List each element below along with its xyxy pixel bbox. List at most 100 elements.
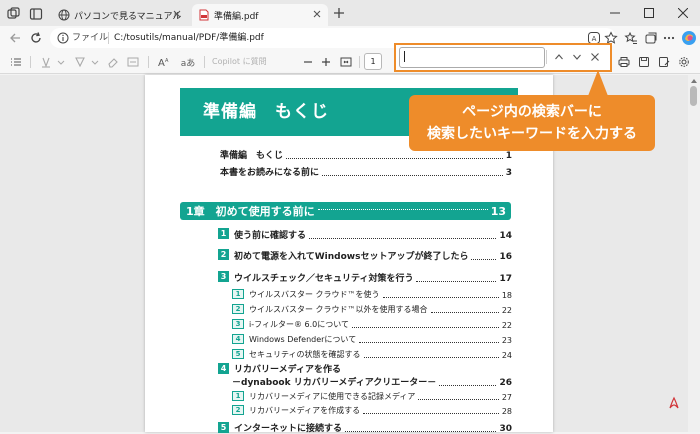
callout-pointer — [588, 70, 608, 96]
contents-icon[interactable] — [6, 52, 26, 72]
tab-actions-icon[interactable] — [28, 6, 44, 22]
workspaces-icon[interactable] — [6, 6, 22, 22]
toc-page: 26 — [499, 378, 512, 388]
print-icon[interactable] — [614, 52, 634, 72]
maximize-button[interactable] — [632, 0, 666, 26]
toc-label: 初めて電源を入れてWindowsセットアップが終了したら — [234, 252, 469, 262]
url-text: C:/tosutils/manual/PDF/準備編.pdf — [114, 33, 264, 43]
page-number-input[interactable]: 1 — [364, 53, 382, 70]
subsection-number: 1 — [232, 289, 244, 299]
close-icon[interactable] — [172, 9, 182, 19]
toc-row[interactable]: ウイルスチェック／セキュリティ対策を行う 17 — [234, 271, 512, 284]
svg-text:A: A — [165, 58, 169, 64]
scrollbar[interactable] — [688, 75, 700, 432]
toc-page: 3 — [505, 168, 512, 178]
refresh-icon[interactable] — [29, 31, 43, 45]
divider — [30, 56, 31, 68]
toc-label: 使う前に確認する — [234, 231, 307, 241]
favorites-icon[interactable] — [624, 31, 638, 45]
toc-row[interactable]: インターネットに接続する 30 — [234, 421, 512, 434]
zoom-in-icon[interactable] — [316, 52, 336, 72]
divider — [359, 56, 360, 68]
divider — [204, 56, 205, 68]
info-icon[interactable] — [57, 32, 69, 44]
read-aloud-button[interactable]: aあ — [176, 52, 200, 72]
toc-page: 18 — [501, 291, 512, 300]
chapter-page: 13 — [490, 204, 506, 218]
back-icon[interactable] — [8, 31, 22, 45]
toc-page: 22 — [501, 321, 512, 330]
toc-label: ウイルスバスター クラウド™を使う — [249, 290, 380, 299]
scrollbar-thumb[interactable] — [690, 86, 697, 106]
divider — [546, 50, 547, 64]
section-number: 3 — [218, 271, 229, 282]
highlight-icon[interactable] — [36, 52, 56, 72]
toc-label: インターネットに接続する — [234, 424, 343, 434]
toc-label: 準備編 もくじ — [220, 151, 284, 161]
toc-label: Windows Defenderについて — [249, 335, 357, 344]
tab-manual[interactable]: パソコンで見るマニュアル — [52, 4, 188, 26]
toc-label: リカバリーメディアを作成する — [249, 406, 361, 415]
chapter-label: 1章 初めて使用する前に — [186, 205, 315, 218]
toc-row[interactable]: －dynabook リカバリーメディアクリエーター－ 26 — [232, 375, 512, 388]
scroll-up-icon[interactable] — [691, 78, 697, 84]
text-tool-icon[interactable] — [123, 52, 143, 72]
toc-label[interactable]: リカバリーメディアを作る — [234, 362, 341, 375]
pdf-file-icon — [198, 9, 210, 21]
close-icon[interactable] — [312, 9, 322, 19]
zoom-out-icon[interactable] — [298, 52, 318, 72]
save-as-icon[interactable] — [654, 52, 674, 72]
section-number: 5 — [218, 422, 229, 433]
chapter-row: 1章 初めて使用する前に 13 — [186, 203, 506, 219]
toc-page: 30 — [499, 424, 512, 434]
fit-page-icon[interactable] — [336, 52, 356, 72]
toc-page: 16 — [499, 252, 512, 262]
divider — [108, 32, 109, 44]
copilot-icon[interactable] — [681, 30, 697, 46]
svg-text:A: A — [592, 35, 597, 43]
text-size-icon[interactable]: AA — [154, 52, 174, 72]
toc-subrow[interactable]: リカバリーメディアに使用できる記録メディア 27 — [249, 391, 512, 402]
subsection-number: 5 — [232, 349, 244, 359]
scheme-label: ファイル — [72, 33, 109, 43]
more-options-icon[interactable] — [662, 31, 676, 45]
acrobat-icon[interactable] — [667, 396, 681, 410]
new-tab-button[interactable] — [332, 6, 346, 20]
toc-subrow[interactable]: ウイルスバスター クラウド™以外を使用する場合 22 — [249, 304, 512, 315]
copilot-ask-button[interactable]: Copilot に質問 — [212, 54, 267, 70]
globe-icon — [58, 9, 70, 21]
subsection-number: 2 — [232, 405, 244, 415]
draw-icon[interactable] — [70, 52, 90, 72]
toc-subrow[interactable]: セキュリティの状態を確認する 24 — [249, 349, 512, 360]
eraser-icon[interactable] — [103, 52, 123, 72]
chevron-down-icon[interactable] — [90, 52, 100, 72]
find-next-button[interactable] — [568, 48, 586, 66]
find-input[interactable] — [399, 47, 545, 68]
settings-icon[interactable] — [674, 52, 694, 72]
toc-page: 22 — [501, 306, 512, 315]
toc-label: －dynabook リカバリーメディアクリエーター－ — [232, 378, 437, 388]
subsection-number: 1 — [232, 391, 244, 401]
find-previous-button[interactable] — [550, 48, 568, 66]
toc-row[interactable]: 初めて電源を入れてWindowsセットアップが終了したら 16 — [234, 249, 512, 262]
toc-subrow[interactable]: ウイルスバスター クラウド™を使う 18 — [249, 289, 512, 300]
toc-row[interactable]: 本書をお読みになる前に 3 — [220, 165, 512, 178]
subsection-number: 2 — [232, 304, 244, 314]
save-icon[interactable] — [634, 52, 654, 72]
page-title: 準備編 もくじ — [203, 102, 329, 122]
toc-page: 23 — [501, 336, 512, 345]
toc-label: i-フィルター® 6.0について — [249, 320, 349, 329]
tab-pdf[interactable]: 準備編.pdf — [192, 4, 328, 26]
collections-icon[interactable] — [644, 31, 658, 45]
subsection-number: 4 — [232, 334, 244, 344]
chevron-down-icon[interactable] — [56, 52, 66, 72]
toc-label: ウイルスバスター クラウド™以外を使用する場合 — [249, 305, 428, 314]
toc-subrow[interactable]: Windows Defenderについて 23 — [249, 334, 512, 345]
toc-subrow[interactable]: i-フィルター® 6.0について 22 — [249, 319, 512, 330]
close-window-button[interactable] — [666, 0, 700, 26]
find-close-button[interactable] — [586, 48, 604, 66]
toc-subrow[interactable]: リカバリーメディアを作成する 28 — [249, 405, 512, 416]
toc-row[interactable]: 使う前に確認する 14 — [234, 228, 512, 241]
minimize-button[interactable] — [598, 0, 632, 26]
tab-title: パソコンで見るマニュアル — [74, 11, 182, 22]
